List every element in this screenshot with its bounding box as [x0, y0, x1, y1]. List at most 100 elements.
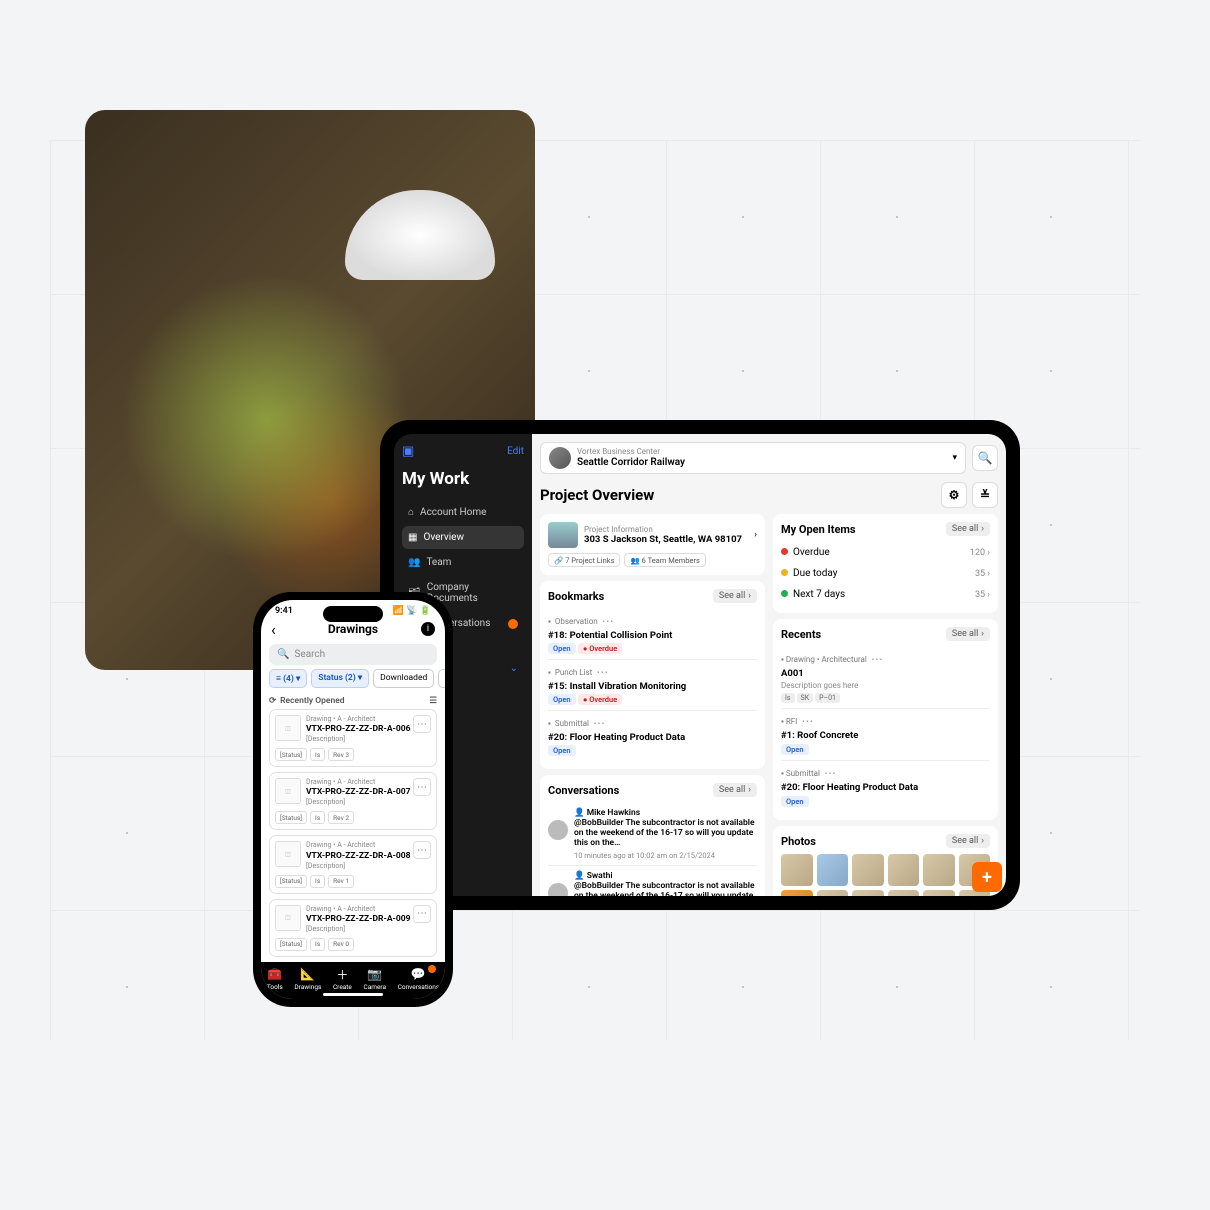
filter-chip[interactable]: ≡ (4) ▾: [269, 669, 307, 688]
drawing-thumb: ◫: [275, 905, 301, 931]
status-time: 9:41: [275, 606, 293, 616]
photo-thumb[interactable]: [852, 854, 884, 886]
photo-thumb[interactable]: [888, 854, 920, 886]
bookmark-item[interactable]: ▪Punch List⋯#15: Install Vibration Monit…: [548, 659, 757, 710]
photo-thumb[interactable]: [923, 890, 955, 897]
project-avatar: [549, 447, 571, 469]
pi-label: Project Information: [584, 525, 748, 534]
open-item-row[interactable]: Next 7 days35 ›: [781, 584, 990, 605]
search-input[interactable]: 🔍 Search: [269, 644, 437, 665]
team-icon: 👥: [408, 557, 420, 568]
more-icon[interactable]: ⋯: [871, 652, 883, 666]
more-button[interactable]: ⋯: [413, 778, 431, 796]
photo-thumb[interactable]: [781, 890, 813, 897]
more-icon[interactable]: ⋯: [602, 614, 614, 628]
photo-thumb[interactable]: [888, 890, 920, 897]
sidebar-toggle-icon[interactable]: ▣: [402, 444, 414, 459]
filter-button[interactable]: ≚: [972, 482, 998, 508]
phone-device: 9:41 📶 📡 🔋 ‹ Drawings i 🔍 Search ≡ (4) ▾…: [253, 592, 453, 1007]
sidebar-item-account-home[interactable]: ⌂Account Home: [402, 501, 524, 524]
photo-thumb[interactable]: [923, 854, 955, 886]
sidebar-item-team[interactable]: 👥Team: [402, 551, 524, 574]
search-button[interactable]: 🔍: [972, 445, 998, 471]
avatar: [548, 820, 568, 840]
bookmark-item[interactable]: ▪Observation⋯#18: Potential Collision Po…: [548, 609, 757, 659]
conversation-item[interactable]: 👤 Mike Hawkins@BobBuilder The subcontrac…: [548, 803, 757, 865]
recent-item[interactable]: ▪ Submittal⋯#20: Floor Heating Product D…: [781, 760, 990, 812]
fab-add-button[interactable]: +: [972, 862, 1002, 892]
sidebar-title: My Work: [402, 469, 524, 489]
tablet-main: Vortex Business Center Seattle Corridor …: [532, 434, 1006, 896]
open-item-row[interactable]: Overdue120 ›: [781, 542, 990, 563]
more-button[interactable]: ⋯: [413, 905, 431, 923]
badge-open: Open: [548, 745, 576, 756]
more-icon[interactable]: ⋯: [596, 665, 608, 679]
tab-conversations[interactable]: 💬Conversations: [398, 967, 440, 991]
photos-see-all[interactable]: See all ›: [946, 834, 990, 848]
badge-open: Open: [548, 643, 576, 654]
bookmark-item[interactable]: ▪Submittal⋯#20: Floor Heating Product Da…: [548, 710, 757, 761]
avatar: [548, 883, 568, 896]
drawing-thumb: ◫: [275, 715, 301, 741]
filter-chip[interactable]: Typ: [438, 669, 445, 688]
info-button[interactable]: i: [421, 622, 435, 636]
page-title: Project Overview: [540, 486, 654, 504]
tab-drawings[interactable]: 📐Drawings: [294, 967, 321, 991]
recent-item[interactable]: ▪ Drawing • Architectural⋯A001Descriptio…: [781, 647, 990, 708]
conversation-item[interactable]: 👤 Swathi@BobBuilder The subcontractor is…: [548, 865, 757, 896]
team-members-chip[interactable]: 👥 6 Team Members: [624, 553, 705, 567]
bookmarks-card: Bookmarks See all › ▪Observation⋯#18: Po…: [540, 581, 765, 769]
settings-button[interactable]: ⚙: [941, 482, 967, 508]
badge-overdue: ● Overdue: [578, 694, 622, 705]
bookmarks-see-all[interactable]: See all ›: [713, 589, 757, 603]
chevron-right-icon[interactable]: ›: [754, 530, 757, 540]
conversations-card: Conversations See all › 👤 Mike Hawkins@B…: [540, 775, 765, 896]
more-button[interactable]: ⋯: [413, 715, 431, 733]
more-button[interactable]: ⋯: [413, 841, 431, 859]
back-button[interactable]: ‹: [271, 620, 276, 639]
badge-overdue: ● Overdue: [578, 643, 622, 654]
tab-tools[interactable]: 🧰Tools: [267, 967, 283, 991]
photos-card: Photos See all ›: [773, 826, 998, 896]
filter-chip[interactable]: Status (2) ▾: [311, 669, 369, 688]
recents-see-all[interactable]: See all ›: [946, 627, 990, 641]
sidebar-item-overview[interactable]: ▦Overview: [402, 526, 524, 549]
open-items-title: My Open Items: [781, 523, 856, 536]
drawing-thumb: ◫: [275, 778, 301, 804]
open-items-card: My Open Items See all › Overdue120 ›Due …: [773, 514, 998, 613]
edit-link[interactable]: Edit: [507, 446, 524, 457]
search-icon: 🔍: [277, 649, 289, 660]
conversations-see-all[interactable]: See all ›: [713, 783, 757, 797]
photo-thumb[interactable]: [817, 854, 849, 886]
tablet-device: ▣ Edit My Work ⌂Account Home▦Overview👥Te…: [380, 420, 1020, 910]
overview-icon: ▦: [408, 532, 417, 543]
project-thumb: [548, 522, 578, 548]
recently-opened-header: ⟳Recently Opened ☰: [261, 693, 445, 709]
phone-title: Drawings: [328, 622, 378, 636]
more-icon[interactable]: ⋯: [801, 714, 813, 728]
more-icon[interactable]: ⋯: [593, 716, 605, 730]
photo-thumb[interactable]: [817, 890, 849, 897]
project-info-card: Project Information 303 S Jackson St, Se…: [540, 514, 765, 575]
more-icon[interactable]: ⋯: [824, 766, 836, 780]
home-icon: ⌂: [408, 507, 414, 518]
recent-item[interactable]: ▪ RFI⋯#1: Roof ConcreteOpen: [781, 708, 990, 760]
open-item-row[interactable]: Due today35 ›: [781, 563, 990, 584]
badge-open: Open: [548, 694, 576, 705]
project-selector[interactable]: Vortex Business Center Seattle Corridor …: [540, 442, 966, 474]
drawing-thumb: ◫: [275, 841, 301, 867]
drawing-item[interactable]: ◫Drawing • A - ArchitectVTX-PRO-ZZ-ZZ-DR…: [269, 709, 437, 767]
drawing-item[interactable]: ◫Drawing • A - ArchitectVTX-PRO-ZZ-ZZ-DR…: [269, 899, 437, 957]
filter-chip[interactable]: Downloaded: [373, 669, 434, 688]
project-name: Seattle Corridor Railway: [577, 457, 685, 468]
photo-thumb[interactable]: [781, 854, 813, 886]
tab-create[interactable]: ＋Create: [333, 967, 352, 991]
project-links-chip[interactable]: 🔗 7 Project Links: [548, 553, 620, 567]
open-items-see-all[interactable]: See all ›: [946, 522, 990, 536]
drawing-item[interactable]: ◫Drawing • A - ArchitectVTX-PRO-ZZ-ZZ-DR…: [269, 835, 437, 893]
tab-camera[interactable]: 📷Camera: [364, 967, 387, 991]
bookmarks-title: Bookmarks: [548, 590, 604, 603]
drawing-item[interactable]: ◫Drawing • A - ArchitectVTX-PRO-ZZ-ZZ-DR…: [269, 772, 437, 830]
photo-thumb[interactable]: [852, 890, 884, 897]
phone-notch: [323, 606, 383, 622]
